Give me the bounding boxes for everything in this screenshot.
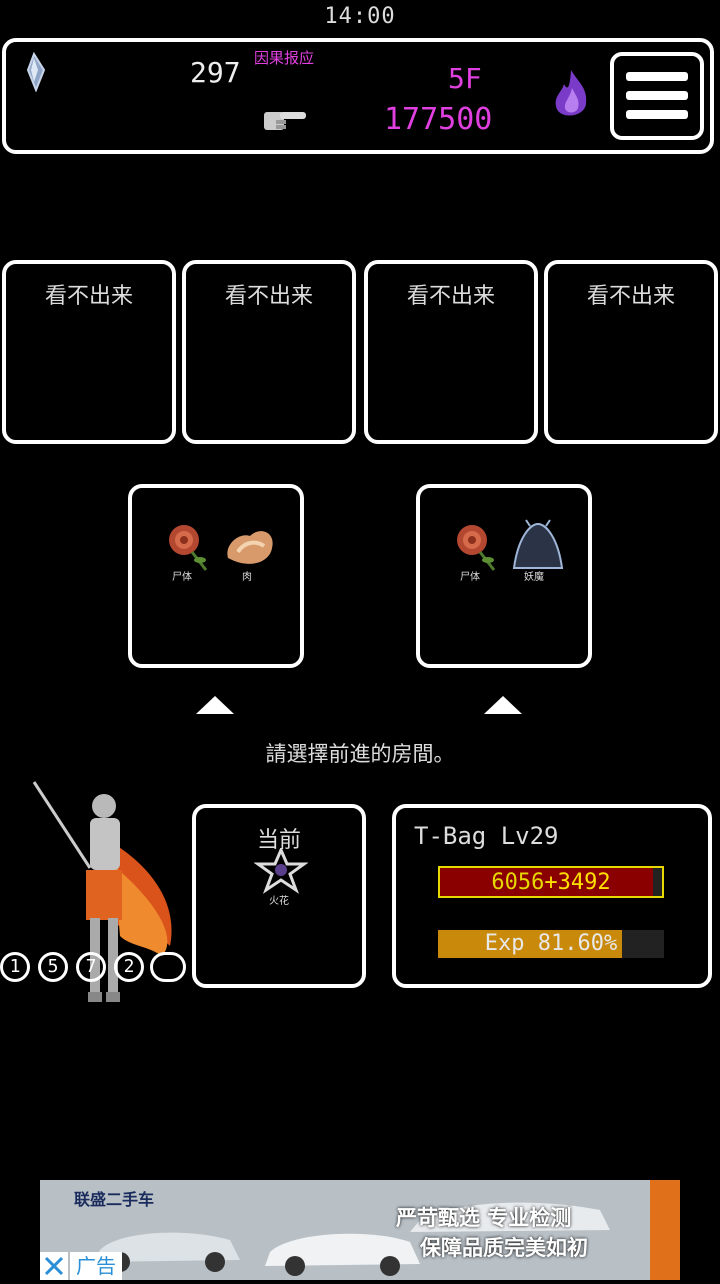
menu-line [626,91,688,100]
hp-bonus: +3492 [544,870,611,895]
menu-button[interactable] [610,52,704,140]
rose-icon [450,522,500,572]
demon-icon [508,518,568,574]
skill-slot[interactable]: 2 [114,952,144,982]
spark-icon [253,846,309,894]
select-arrow-right[interactable] [482,694,524,716]
door-option-right[interactable]: 尸体 妖魔 [416,484,592,668]
item-label: 妖魔 [524,572,544,583]
pointing-hand-icon [262,104,308,134]
menu-line [626,72,688,81]
gold-count: 297 [190,56,241,89]
item-label: 尸体 [172,572,192,583]
door-option-left[interactable]: 尸体 肉 [128,484,304,668]
exp-text: Exp 81.60% [484,931,618,956]
ad-brand: 联盛二手车 [74,1190,155,1209]
unknown-room-card: 看不出来 [364,260,538,444]
hp-text: 6056+3492 [440,870,662,895]
score-counter: 177500 [384,102,493,137]
exp-bar: Exp 81.60% [438,930,664,958]
unknown-room-label: 看不出来 [44,284,133,309]
crystal-icon [20,51,52,93]
floor-indicator: 5F [448,62,482,95]
hp-bar: 6056+3492 [438,866,664,898]
ad-label: 广告 [70,1252,122,1280]
hp-base: 6056 [491,870,545,895]
unknown-room-label: 看不出来 [224,284,313,309]
skill-slot-empty[interactable] [150,952,186,982]
skill-slot[interactable]: 7 [76,952,106,982]
unknown-room-label: 看不出来 [406,284,495,309]
item-label: 肉 [242,572,252,583]
close-icon [44,1256,64,1276]
skill-slot[interactable]: 1 [0,952,30,982]
top-panel [2,38,714,154]
select-arrow-left[interactable] [194,694,236,716]
menu-line [626,110,688,119]
unknown-room-label: 看不出来 [586,284,675,309]
soul-flame-icon [548,66,594,124]
choose-room-prompt: 請選擇前進的房間。 [265,742,455,766]
meat-icon [220,518,278,574]
unknown-room-card: 看不出来 [544,260,718,444]
current-item-card[interactable]: 当前 火花 [192,804,366,988]
rose-icon [162,522,212,572]
karma-label: 因果报应 [254,49,315,67]
player-name-level: T-Bag Lv29 [414,822,559,850]
ad-slogan-2: 保障品质完美如初 [420,1236,588,1260]
ad-banner[interactable]: 联盛二手车 严苛甄选 专业检测 保障品质完美如初 [40,1180,680,1280]
skill-slot[interactable]: 5 [38,952,68,982]
current-item-label: 火花 [269,896,289,907]
unknown-room-card: 看不出来 [2,260,176,444]
item-label: 尸体 [460,572,480,583]
ad-close-button[interactable] [40,1252,68,1280]
unknown-room-card: 看不出来 [182,260,356,444]
status-time: 14:00 [324,4,396,29]
ad-slogan-1: 严苛甄选 专业检测 [396,1206,572,1230]
